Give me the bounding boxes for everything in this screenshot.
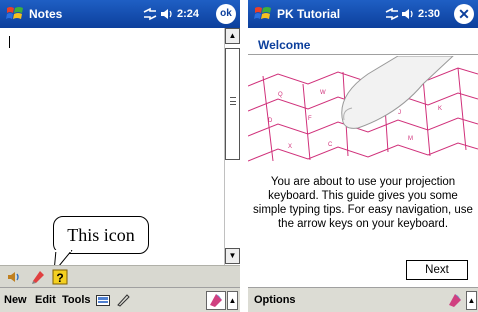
input-panel-icon: [210, 294, 222, 307]
svg-text:D: D: [268, 118, 273, 124]
keyboard-icon[interactable]: [96, 295, 110, 306]
title-bar: Notes 2:24 ok: [0, 0, 240, 28]
tutorial-description: You are about to use your projection key…: [248, 175, 478, 231]
menu-options[interactable]: Options: [254, 294, 296, 306]
recording-toolbar: ?: [0, 265, 240, 287]
app-title: Notes: [29, 7, 63, 21]
speaker-icon[interactable]: [160, 6, 174, 22]
svg-text:W: W: [320, 90, 326, 96]
notes-screen: Notes 2:24 ok ▲ ▼ This icon ? New Edit T…: [0, 0, 240, 312]
text-caret: [9, 36, 10, 48]
scroll-down-button[interactable]: ▼: [225, 248, 240, 264]
close-button[interactable]: ✕: [454, 4, 474, 24]
next-button[interactable]: Next: [406, 260, 468, 280]
pen-icon[interactable]: [116, 293, 130, 307]
recorder-icon[interactable]: [30, 269, 46, 285]
input-panel-button[interactable]: [206, 291, 226, 310]
svg-text:J: J: [398, 110, 401, 116]
speaker-icon[interactable]: [401, 6, 415, 22]
scroll-grip-icon: [230, 97, 236, 105]
speaker-volume-icon[interactable]: [6, 269, 22, 285]
menu-tools[interactable]: Tools: [62, 294, 91, 306]
help-icon[interactable]: ?: [52, 269, 68, 285]
scroll-up-button[interactable]: ▲: [225, 28, 240, 44]
menu-edit[interactable]: Edit: [35, 294, 56, 306]
svg-text:?: ?: [56, 271, 63, 285]
description-line: the arrow keys on your keyboard.: [277, 218, 449, 230]
description-line: keyboard. This guide gives you some: [268, 190, 458, 202]
clock[interactable]: 2:24: [177, 8, 199, 20]
vertical-scrollbar[interactable]: ▲ ▼: [224, 28, 240, 265]
windows-start-icon[interactable]: [6, 5, 24, 23]
menu-bar: New Edit Tools ▲: [0, 287, 240, 312]
input-panel-icon[interactable]: [446, 292, 464, 309]
description-line: You are about to use your projection: [270, 176, 456, 188]
tutorial-screen: PK Tutorial 2:30 ✕ Welcome QWE DFG JK XC…: [248, 0, 478, 312]
annotation-callout: This icon: [53, 216, 149, 254]
svg-text:C: C: [328, 142, 333, 148]
projection-keyboard-illustration: QWE DFG JK XCM: [248, 56, 478, 162]
svg-text:X: X: [288, 144, 292, 150]
description-line: simple typing tips. For easy navigation,…: [253, 204, 473, 216]
signal-icon[interactable]: [142, 6, 158, 22]
title-bar: PK Tutorial 2:30 ✕: [248, 0, 478, 28]
page-heading: Welcome: [258, 38, 311, 52]
svg-text:M: M: [408, 136, 413, 142]
scroll-thumb[interactable]: [225, 48, 240, 160]
menu-bar: Options ▲: [248, 287, 478, 312]
windows-start-icon[interactable]: [254, 5, 272, 23]
ok-button[interactable]: ok: [216, 4, 236, 24]
heading-divider: [248, 54, 478, 55]
svg-text:F: F: [308, 116, 312, 122]
input-menu-arrow[interactable]: ▲: [466, 291, 477, 310]
clock[interactable]: 2:30: [418, 8, 440, 20]
svg-text:K: K: [438, 106, 442, 112]
svg-text:Q: Q: [278, 92, 283, 98]
input-menu-arrow[interactable]: ▲: [227, 291, 238, 310]
menu-new[interactable]: New: [4, 294, 27, 306]
app-title: PK Tutorial: [277, 7, 341, 21]
signal-icon[interactable]: [384, 6, 400, 22]
